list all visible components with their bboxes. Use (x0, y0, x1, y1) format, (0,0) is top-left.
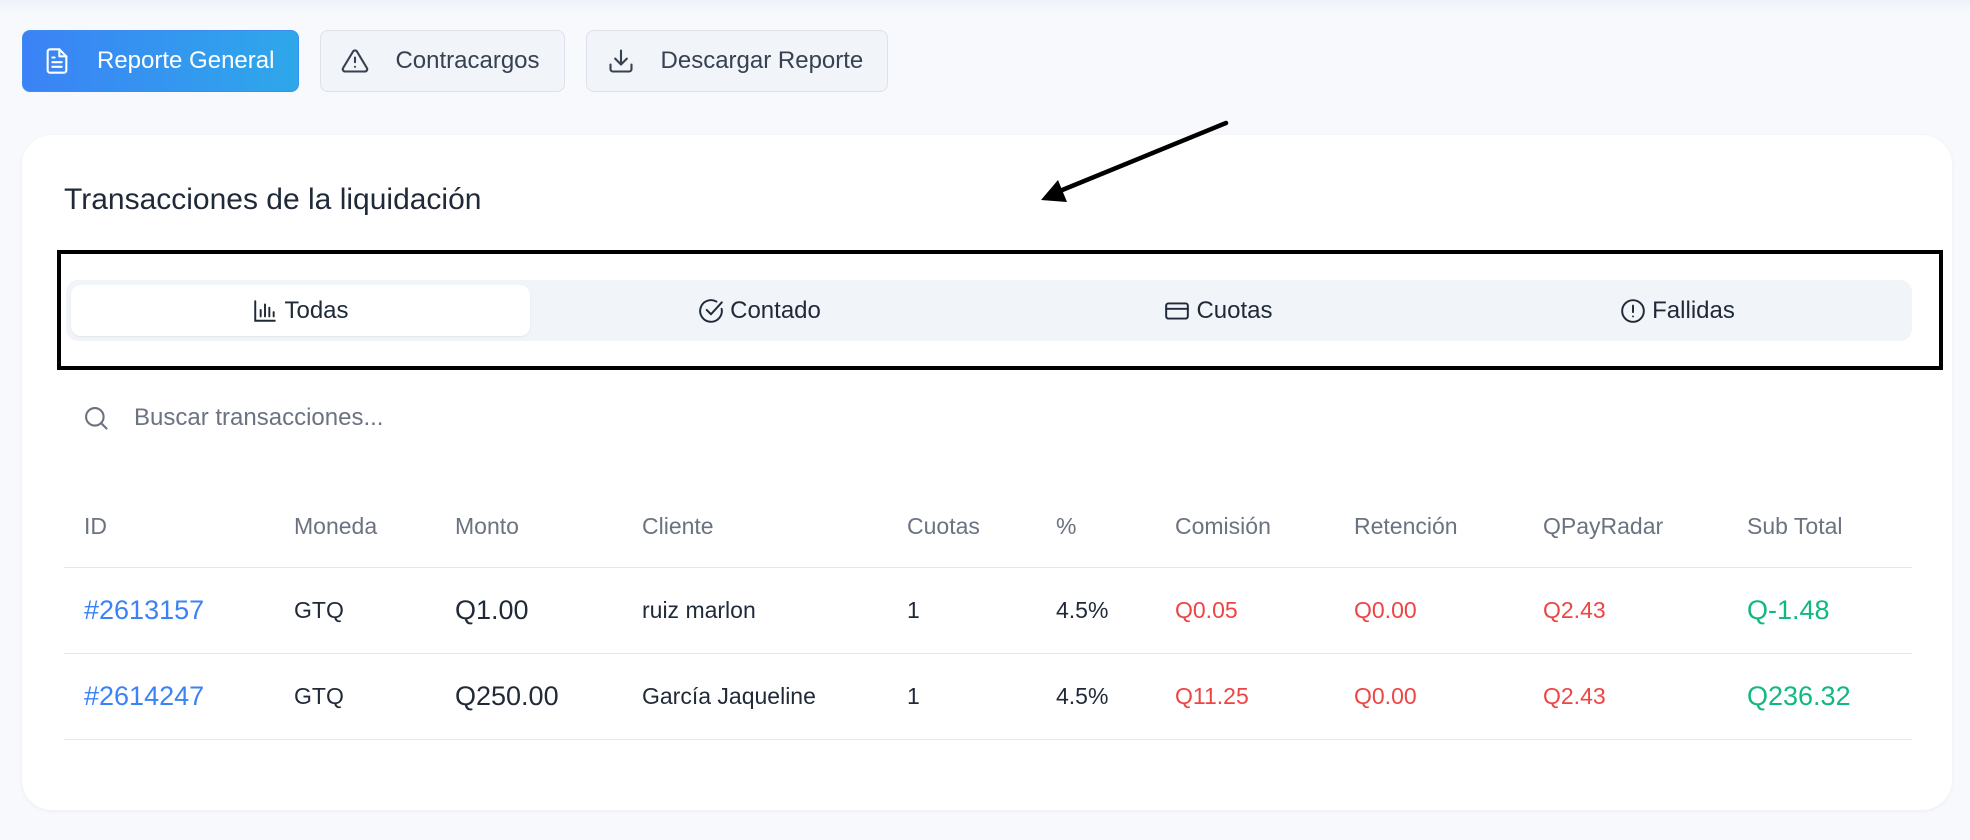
tab-fallidas-label: Fallidas (1652, 296, 1735, 324)
column-header-retention[interactable]: Retención (1354, 513, 1458, 540)
top-shadow (0, 0, 1970, 12)
download-report-button[interactable]: Descargar Reporte (585, 30, 889, 92)
transaction-id-link[interactable]: #2613157 (84, 595, 204, 626)
qpayradar-cell: Q2.43 (1543, 683, 1606, 709)
commission-cell: Q11.25 (1175, 683, 1249, 709)
check-circle-icon (698, 298, 724, 324)
commission-cell: Q0.05 (1175, 597, 1238, 623)
installments-cell: 1 (907, 683, 920, 709)
chargebacks-label: Contracargos (395, 47, 540, 74)
tab-cuotas-label: Cuotas (1196, 296, 1273, 324)
retention-cell: Q0.00 (1354, 683, 1417, 709)
report-toolbar: Reporte General Contracargos Descargar R… (22, 30, 889, 92)
general-report-button[interactable]: Reporte General (22, 30, 300, 92)
tab-cuotas[interactable]: Cuotas (989, 285, 1448, 336)
table-row[interactable]: #2613157 GTQ Q1.00 ruiz marlon 1 4.5% Q0… (64, 568, 1912, 654)
column-header-amount[interactable]: Monto (455, 513, 519, 540)
search-input[interactable] (134, 404, 834, 432)
transaction-filter-tabs: Todas Contado Cuotas Fallidas (66, 280, 1912, 341)
column-header-id[interactable]: ID (84, 513, 107, 540)
amount-cell: Q250.00 (455, 681, 559, 711)
installments-cell: 1 (907, 597, 920, 623)
qpayradar-cell: Q2.43 (1543, 597, 1606, 623)
currency-cell: GTQ (294, 683, 344, 709)
tab-fallidas[interactable]: Fallidas (1448, 285, 1907, 336)
credit-card-icon (1164, 298, 1190, 324)
tab-contado[interactable]: Contado (530, 285, 989, 336)
client-cell: García Jaqueline (642, 683, 816, 709)
download-report-label: Descargar Reporte (660, 47, 864, 74)
search-icon (82, 404, 110, 432)
amount-cell: Q1.00 (455, 595, 529, 625)
download-icon (607, 47, 635, 75)
table-header-row: ID Moneda Monto Cliente Cuotas % Comisió… (64, 485, 1912, 568)
tab-todas-label: Todas (284, 296, 349, 324)
warning-icon (341, 47, 369, 75)
tab-todas[interactable]: Todas (71, 285, 530, 336)
subtotal-cell: Q236.32 (1747, 681, 1851, 711)
column-header-client[interactable]: Cliente (642, 513, 714, 540)
percent-cell: 4.5% (1056, 683, 1109, 709)
column-header-currency[interactable]: Moneda (294, 513, 377, 540)
alert-circle-icon (1620, 298, 1646, 324)
table-row[interactable]: #2614247 GTQ Q250.00 García Jaqueline 1 … (64, 654, 1912, 740)
column-header-installments[interactable]: Cuotas (907, 513, 980, 540)
chargebacks-button[interactable]: Contracargos (320, 30, 565, 92)
document-icon (43, 47, 71, 75)
subtotal-cell: Q-1.48 (1747, 595, 1830, 625)
card-title: Transacciones de la liquidación (64, 183, 482, 216)
transaction-id-link[interactable]: #2614247 (84, 681, 204, 712)
transaction-search (82, 398, 982, 438)
column-header-percent[interactable]: % (1056, 513, 1076, 540)
percent-cell: 4.5% (1056, 597, 1109, 623)
annotation-arrow (1041, 120, 1229, 202)
column-header-qpayradar[interactable]: QPayRadar (1543, 513, 1663, 540)
currency-cell: GTQ (294, 597, 344, 623)
general-report-label: Reporte General (97, 47, 275, 74)
column-header-subtotal[interactable]: Sub Total (1747, 513, 1842, 540)
client-cell: ruiz marlon (642, 597, 756, 623)
retention-cell: Q0.00 (1354, 597, 1417, 623)
transactions-table: ID Moneda Monto Cliente Cuotas % Comisió… (64, 485, 1912, 740)
column-header-commission[interactable]: Comisión (1175, 513, 1271, 540)
bar-chart-icon (252, 298, 278, 324)
tab-contado-label: Contado (730, 296, 821, 324)
